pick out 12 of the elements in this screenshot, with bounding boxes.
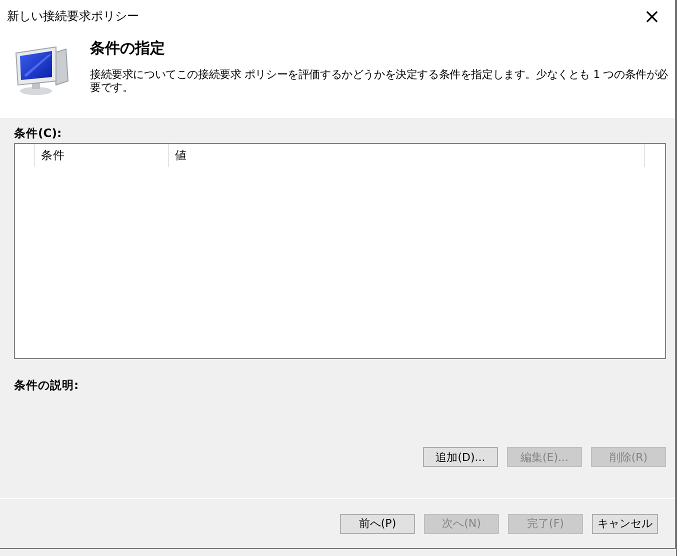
- conditions-list[interactable]: 条件 値: [14, 143, 666, 359]
- wizard-button[interactable]: 前へ(P): [340, 514, 415, 534]
- section-description: 接続要求についてこの接続要求 ポリシーを評価するかどうかを決定する条件を指定します。少なくとも 1 つの条件が必要です。: [90, 68, 669, 94]
- column-header[interactable]: 値: [168, 144, 646, 167]
- window-title: 新しい接続要求ポリシー: [7, 8, 139, 24]
- section-title: 条件の指定: [90, 39, 166, 58]
- close-button[interactable]: ×: [629, 0, 675, 32]
- wizard-button[interactable]: キャンセル: [592, 514, 658, 534]
- column-header[interactable]: 条件: [34, 144, 169, 167]
- description-label: 条件の説明:: [14, 378, 80, 394]
- action-button[interactable]: 追加(D)...: [423, 447, 498, 467]
- list-label: 条件(C):: [14, 126, 63, 142]
